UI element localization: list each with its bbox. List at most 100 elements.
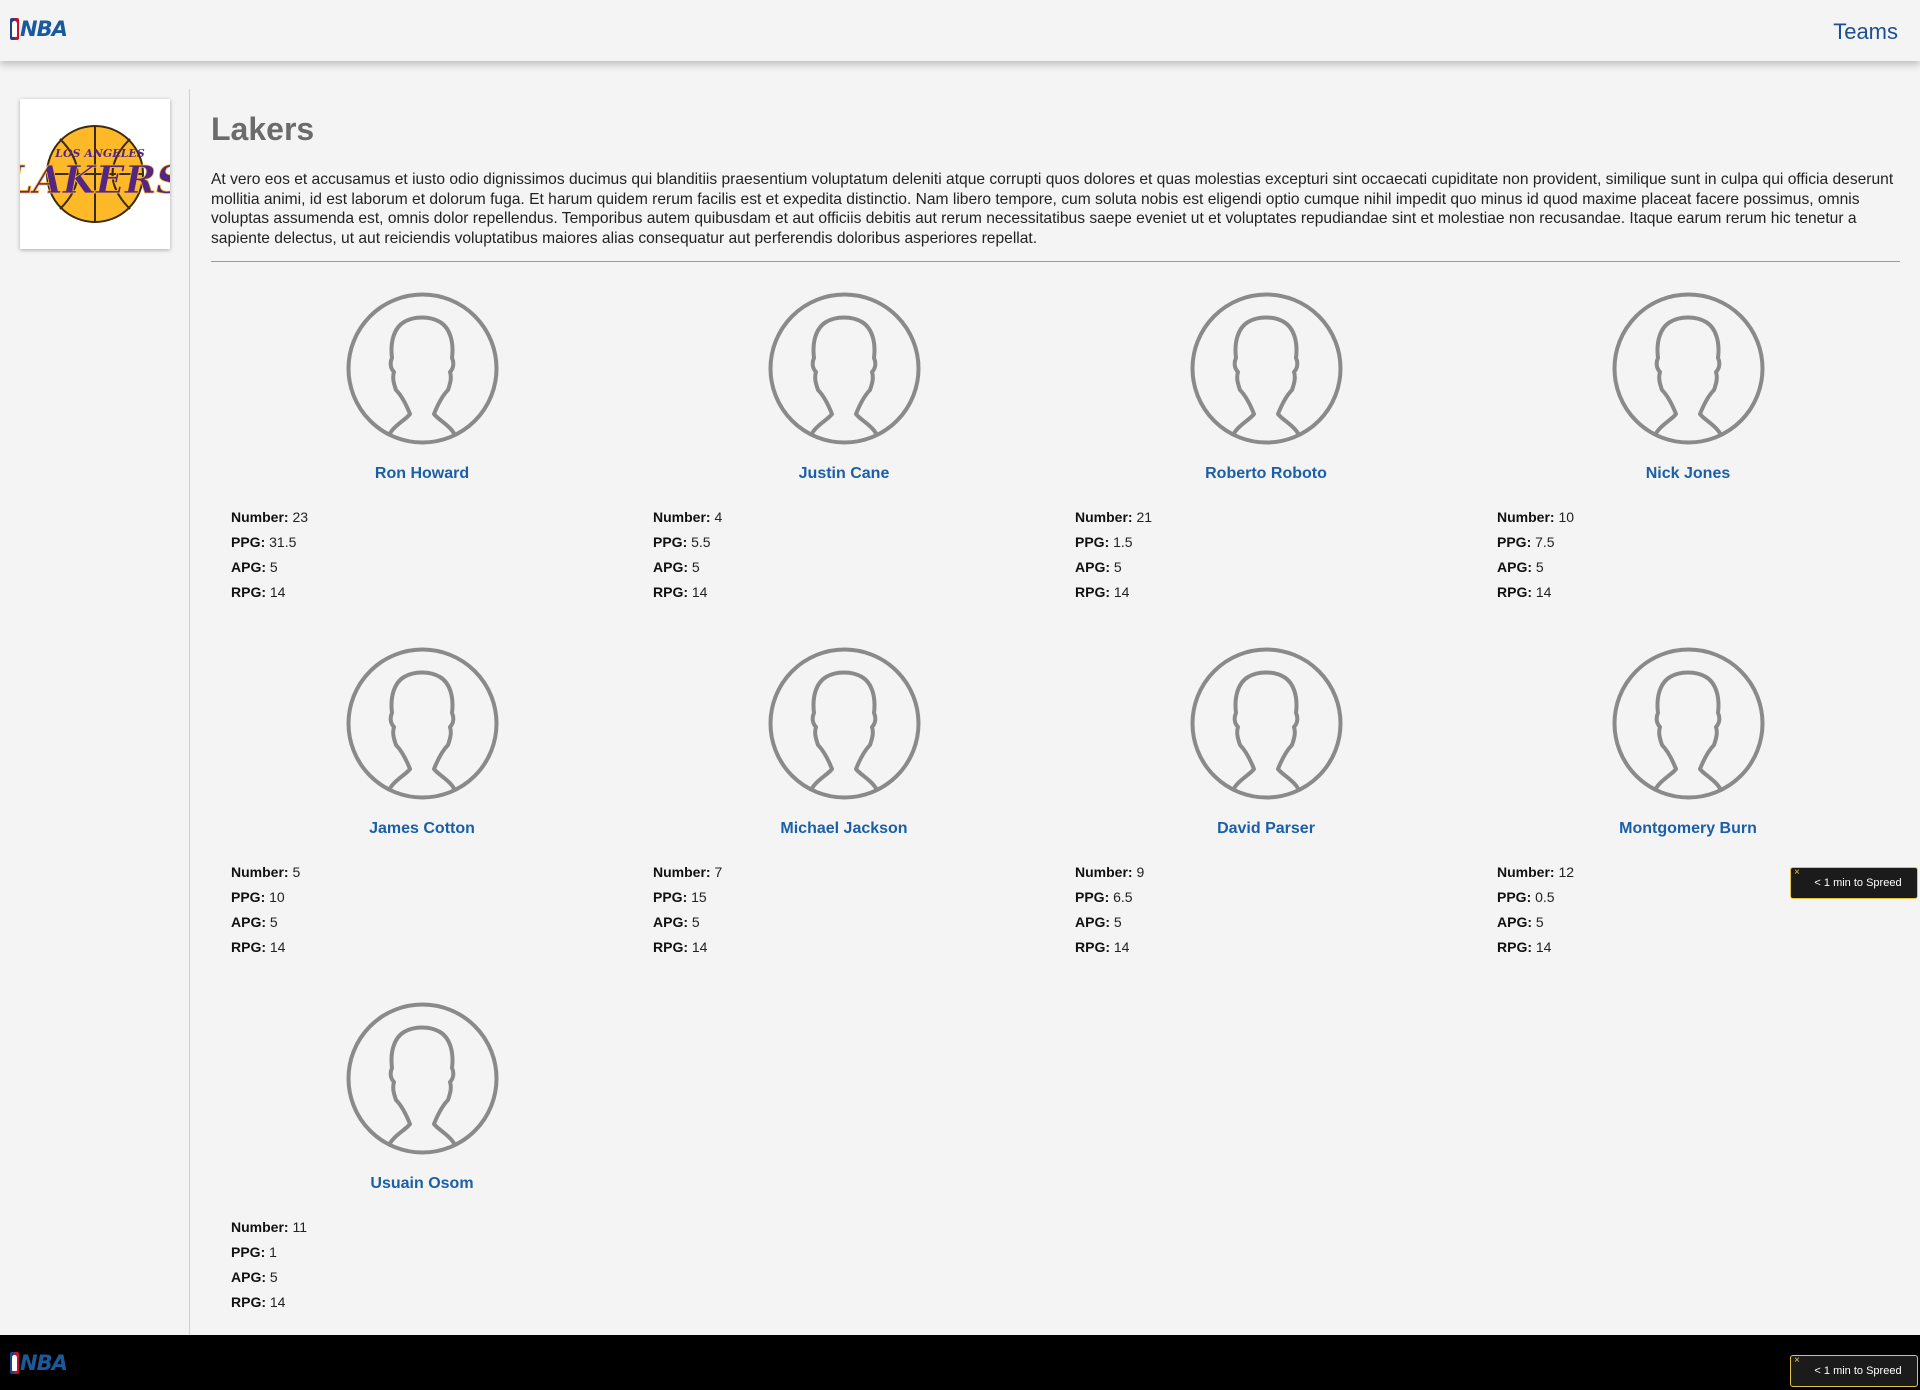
stat-label: PPG: — [1497, 889, 1532, 905]
stat-apg: APG: 5 — [653, 558, 722, 583]
stat-value: 5 — [269, 914, 278, 930]
player-card: Roberto Roboto Number: 21 PPG: 1.5 APG: 5 RP… — [1055, 292, 1477, 622]
svg-text:LAKERS: LAKERS — [20, 157, 170, 202]
stat-apg: APG: 5 — [653, 913, 722, 938]
stat-label: RPG: — [1075, 584, 1110, 600]
stat-ppg: PPG: 7.5 — [1497, 533, 1574, 558]
stat-value: 5 — [691, 559, 700, 575]
spreed-badge-footer[interactable]: × < 1 min to Spreed — [1790, 1355, 1918, 1387]
team-title: Lakers — [211, 111, 315, 147]
player-name-link[interactable]: Usuain Osom — [211, 1175, 633, 1193]
stat-label: Number: — [1497, 864, 1555, 880]
avatar-icon[interactable] — [1190, 647, 1343, 800]
avatar-icon[interactable] — [768, 292, 921, 445]
player-name-link[interactable]: David Parser — [1055, 820, 1477, 838]
stat-value: 7 — [714, 864, 723, 880]
stat-apg: APG: 5 — [231, 1268, 307, 1293]
player-name-link[interactable]: James Cotton — [211, 820, 633, 838]
player-card: James Cotton Number: 5 PPG: 10 APG: 5 RPG: 1… — [211, 647, 633, 977]
avatar-icon[interactable] — [1190, 292, 1343, 445]
player-stats: Number: 23 PPG: 31.5 APG: 5 RPG: 14 — [231, 508, 308, 608]
stat-value: 5 — [269, 1269, 278, 1285]
stat-label: PPG: — [653, 889, 688, 905]
player-name-link[interactable]: Roberto Roboto — [1055, 465, 1477, 483]
avatar-icon[interactable] — [1612, 647, 1765, 800]
stat-label: APG: — [1497, 559, 1532, 575]
avatar-icon[interactable] — [1612, 292, 1765, 445]
stat-value: 31.5 — [269, 534, 297, 550]
stat-value: 14 — [269, 1294, 286, 1310]
player-stats: Number: 11 PPG: 1 APG: 5 RPG: 14 — [231, 1218, 307, 1318]
stat-label: PPG: — [653, 534, 688, 550]
footer-nba-logo[interactable]: NBA — [10, 1351, 68, 1375]
divider — [211, 261, 1900, 262]
stat-label: PPG: — [1075, 889, 1110, 905]
stat-rpg: RPG: 14 — [1497, 938, 1574, 963]
stat-value: 14 — [691, 584, 708, 600]
stat-number: Number: 23 — [231, 508, 308, 533]
nba-logo[interactable]: NBA — [10, 17, 68, 41]
stat-rpg: RPG: 14 — [653, 938, 722, 963]
stat-value: 5 — [1535, 559, 1544, 575]
avatar-icon[interactable] — [346, 1002, 499, 1155]
stat-ppg: PPG: 0.5 — [1497, 888, 1574, 913]
spreed-badge[interactable]: × < 1 min to Spreed — [1790, 867, 1918, 899]
avatar-icon[interactable] — [346, 647, 499, 800]
spreed-badge-label: < 1 min to Spreed — [1814, 1365, 1902, 1377]
stat-ppg: PPG: 1.5 — [1075, 533, 1152, 558]
stat-value: 14 — [1535, 584, 1552, 600]
stat-number: Number: 10 — [1497, 508, 1574, 533]
close-icon[interactable]: × — [1794, 858, 1800, 888]
stat-value: 9 — [1136, 864, 1145, 880]
stat-label: APG: — [1075, 914, 1110, 930]
nav-teams-link[interactable]: Teams — [1833, 19, 1898, 45]
stat-value: 14 — [269, 584, 286, 600]
player-name-link[interactable]: Ron Howard — [211, 465, 633, 483]
stat-rpg: RPG: 14 — [231, 583, 308, 608]
stat-ppg: PPG: 10 — [231, 888, 300, 913]
stat-number: Number: 12 — [1497, 863, 1574, 888]
player-name-link[interactable]: Justin Cane — [633, 465, 1055, 483]
player-name-link[interactable]: Michael Jackson — [633, 820, 1055, 838]
stat-label: Number: — [1075, 864, 1133, 880]
stat-value: 10 — [269, 889, 285, 905]
player-card: Nick Jones Number: 10 PPG: 7.5 APG: 5 RPG: 1… — [1477, 292, 1899, 622]
stat-number: Number: 11 — [231, 1218, 307, 1243]
stat-apg: APG: 5 — [1075, 558, 1152, 583]
stat-number: Number: 21 — [1075, 508, 1152, 533]
stat-value: 1.5 — [1113, 534, 1133, 550]
stat-label: RPG: — [231, 1294, 266, 1310]
stat-value: 5 — [292, 864, 301, 880]
avatar-icon[interactable] — [346, 292, 499, 445]
avatar-icon[interactable] — [768, 647, 921, 800]
stat-value: 14 — [1113, 584, 1130, 600]
stat-rpg: RPG: 14 — [1075, 938, 1144, 963]
player-card: Usuain Osom Number: 11 PPG: 1 APG: 5 RPG: 14 — [211, 1002, 633, 1332]
stat-ppg: PPG: 6.5 — [1075, 888, 1144, 913]
stat-rpg: RPG: 14 — [231, 1293, 307, 1318]
stat-value: 4 — [714, 509, 723, 525]
nba-logo-text: NBA — [20, 1351, 68, 1375]
stat-label: RPG: — [1497, 939, 1532, 955]
stat-label: Number: — [231, 864, 289, 880]
stat-label: Number: — [231, 509, 289, 525]
stat-value: 23 — [292, 509, 309, 525]
stat-rpg: RPG: 14 — [653, 583, 722, 608]
close-icon[interactable]: × — [1794, 1346, 1800, 1376]
stat-label: RPG: — [231, 584, 266, 600]
nba-logo-text: NBA — [20, 17, 68, 41]
stat-label: Number: — [653, 864, 711, 880]
stat-value: 5 — [269, 559, 278, 575]
stat-label: Number: — [1075, 509, 1133, 525]
stat-label: Number: — [653, 509, 711, 525]
player-card: David Parser Number: 9 PPG: 6.5 APG: 5 RPG: … — [1055, 647, 1477, 977]
lakers-logo-icon: LOS ANGELES LAKERS — [5, 125, 184, 223]
player-card: Justin Cane Number: 4 PPG: 5.5 APG: 5 RPG: 1… — [633, 292, 1055, 622]
player-name-link[interactable]: Montgomery Burn — [1477, 820, 1899, 838]
player-name-link[interactable]: Nick Jones — [1477, 465, 1899, 483]
stat-ppg: PPG: 1 — [231, 1243, 307, 1268]
player-card: Ron Howard Number: 23 PPG: 31.5 APG: 5 RPG: … — [211, 292, 633, 622]
stat-value: 5 — [691, 914, 700, 930]
footer: NBA — [0, 1335, 1920, 1390]
stat-apg: APG: 5 — [1075, 913, 1144, 938]
